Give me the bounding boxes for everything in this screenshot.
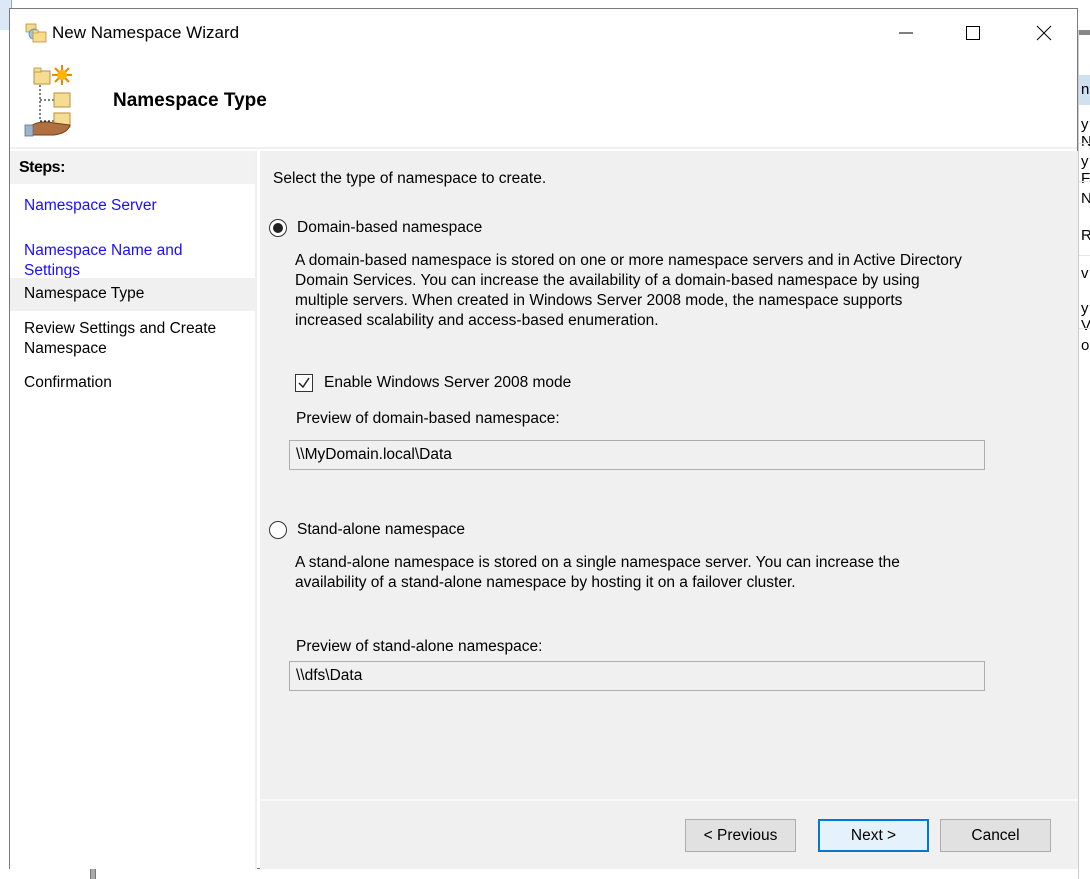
content-panel: Select the type of namespace to create. … bbox=[260, 151, 1078, 799]
checkmark-icon bbox=[298, 377, 310, 389]
windows-server-2008-mode-label[interactable]: Enable Windows Server 2008 mode bbox=[324, 373, 571, 393]
step-confirmation: Confirmation bbox=[24, 374, 112, 391]
wizard-header: Namespace Type bbox=[10, 57, 1077, 149]
background-fragment: y N bbox=[1081, 116, 1090, 150]
step-namespace-name-and-settings[interactable]: Namespace Name and Settings bbox=[10, 241, 255, 281]
background-header-bar bbox=[1079, 30, 1090, 35]
description-line: A domain-based namespace is stored on on… bbox=[295, 252, 962, 269]
background-app-list: na y N y F N R v y V o bbox=[1078, 30, 1090, 879]
step-namespace-server[interactable]: Namespace Server bbox=[10, 196, 255, 216]
namespace-folder-icon bbox=[25, 23, 47, 43]
steps-heading: Steps: bbox=[10, 151, 255, 184]
close-button[interactable] bbox=[1021, 9, 1067, 57]
description-line: A stand-alone namespace is stored on a s… bbox=[295, 554, 900, 571]
description-line: Domain Services. You can increase the av… bbox=[295, 272, 920, 289]
namespace-tree-icon bbox=[24, 65, 72, 137]
previous-button[interactable]: < Previous bbox=[685, 819, 796, 852]
instruction-text: Select the type of namespace to create. bbox=[273, 170, 547, 187]
minimize-icon bbox=[899, 32, 913, 34]
cancel-button[interactable]: Cancel bbox=[940, 819, 1051, 852]
background-fragment: na bbox=[1081, 81, 1090, 98]
stand-alone-description: A stand-alone namespace is stored on a s… bbox=[295, 553, 1015, 593]
background-fragment: v bbox=[1081, 265, 1089, 282]
background-separator bbox=[1079, 143, 1090, 144]
domain-based-label[interactable]: Domain-based namespace bbox=[297, 218, 482, 238]
window-title: New Namespace Wizard bbox=[52, 23, 240, 42]
background-separator bbox=[1079, 328, 1090, 329]
domain-preview-label: Preview of domain-based namespace: bbox=[296, 410, 560, 427]
domain-based-radio[interactable] bbox=[269, 219, 287, 237]
background-fragment: o bbox=[1081, 337, 1090, 354]
background-fragment: N bbox=[1081, 190, 1090, 207]
domain-based-description: A domain-based namespace is stored on on… bbox=[295, 251, 1015, 331]
page-title: Namespace Type bbox=[113, 90, 267, 111]
description-line: increased scalability and access-based e… bbox=[295, 312, 659, 329]
step-namespace-type: Namespace Type bbox=[10, 278, 255, 311]
description-line: multiple servers. When created in Window… bbox=[295, 292, 903, 309]
title-bar[interactable]: New Namespace Wizard bbox=[10, 9, 1077, 57]
background-splitter-handle bbox=[90, 868, 96, 879]
step-review-line1: Review Settings and Create bbox=[24, 320, 217, 337]
close-icon bbox=[1036, 25, 1052, 41]
wizard-window: New Namespace Wizard Namespace Type Step… bbox=[9, 8, 1078, 869]
steps-panel: Steps: Namespace Server Namespace Name a… bbox=[10, 151, 257, 869]
stand-alone-preview-label: Preview of stand-alone namespace: bbox=[296, 638, 543, 655]
windows-server-2008-mode-checkbox[interactable] bbox=[295, 374, 313, 392]
wizard-footer: < Previous Next > Cancel bbox=[260, 799, 1078, 869]
minimize-button[interactable] bbox=[883, 9, 929, 57]
stand-alone-preview-field[interactable]: \\dfs\Data bbox=[289, 661, 985, 691]
maximize-icon bbox=[966, 26, 980, 40]
step-review-line2: Namespace bbox=[24, 340, 107, 357]
description-line: availability of a stand-alone namespace … bbox=[295, 574, 796, 591]
step-review-settings: Review Settings and Create Namespace bbox=[10, 319, 255, 359]
maximize-button[interactable] bbox=[950, 9, 996, 57]
next-button[interactable]: Next > bbox=[818, 819, 929, 852]
background-separator bbox=[1079, 181, 1090, 182]
background-separator bbox=[1079, 255, 1090, 256]
stand-alone-radio[interactable] bbox=[269, 521, 287, 539]
background-fragment: R bbox=[1081, 227, 1090, 244]
stand-alone-label[interactable]: Stand-alone namespace bbox=[297, 520, 465, 540]
domain-preview-field[interactable]: \\MyDomain.local\Data bbox=[289, 440, 985, 470]
